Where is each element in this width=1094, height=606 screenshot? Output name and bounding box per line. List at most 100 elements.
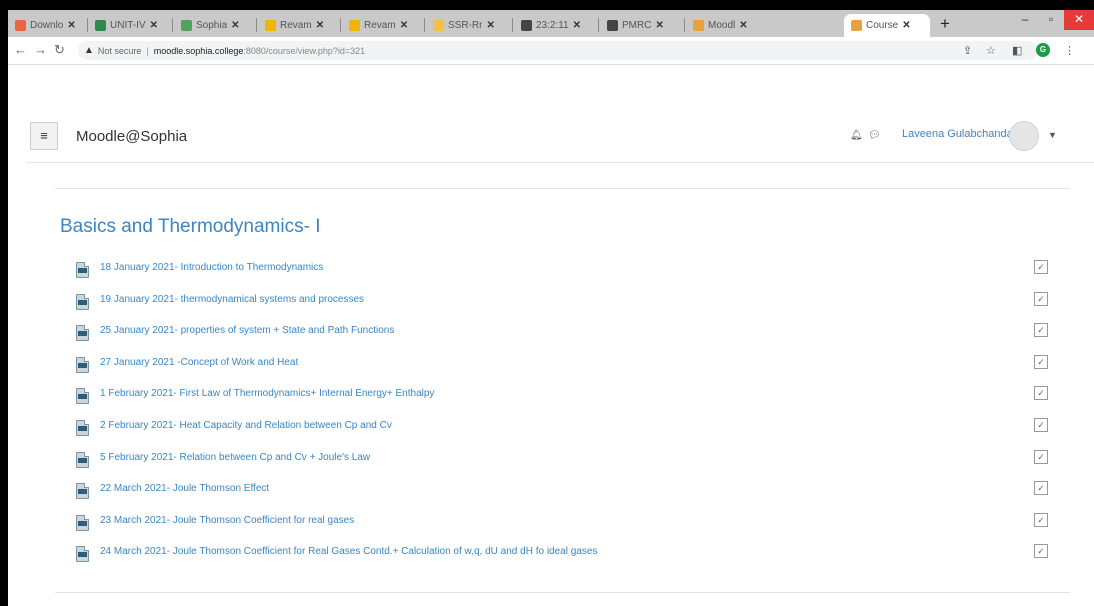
activity-item[interactable]: 25 January 2021- properties of system + … [76, 318, 1056, 350]
tab-close-icon[interactable]: ✕ [655, 20, 663, 31]
reload-icon[interactable]: ↻ [54, 42, 65, 58]
completion-checkbox[interactable]: ✓ [1034, 417, 1048, 432]
tab-title: Course [866, 20, 899, 31]
tab-close-icon[interactable]: ✕ [400, 20, 408, 31]
completion-checkbox[interactable]: ✓ [1034, 481, 1048, 496]
completion-checkbox[interactable]: ✓ [1034, 291, 1048, 306]
activity-link[interactable]: 18 January 2021- Introduction to Thermod… [100, 262, 323, 273]
file-document-icon [76, 546, 89, 563]
tab-0[interactable]: Downlo ✕ [8, 14, 83, 37]
new-tab-button[interactable]: + [940, 14, 950, 34]
notification-bell-icon[interactable]: 🔔︎ [850, 130, 863, 141]
tab-9-active[interactable]: Course ✕ [844, 14, 930, 37]
completion-checkbox[interactable]: ✓ [1034, 544, 1048, 559]
file-document-icon [76, 514, 89, 531]
tab-favicon-icon [693, 20, 704, 31]
activity-item[interactable]: 5 February 2021- Relation between Cp and… [76, 445, 1056, 477]
completion-checkbox[interactable]: ✓ [1034, 386, 1048, 401]
file-document-icon [76, 483, 89, 500]
address-bar[interactable]: ▲ Not secure | moodle.sophia.college:808… [78, 41, 1038, 60]
completion-checkbox[interactable]: ✓ [1034, 323, 1048, 338]
user-name-link[interactable]: Laveena Gulabchandani [902, 128, 1021, 140]
completion-checkbox[interactable]: ✓ [1034, 354, 1048, 369]
activity-link[interactable]: 24 March 2021- Joule Thomson Coefficient… [100, 546, 597, 557]
tab-close-icon[interactable]: ✕ [150, 20, 158, 31]
tab-6[interactable]: 23:2:11 ✕ [514, 14, 594, 37]
activity-link[interactable]: 2 February 2021- Heat Capacity and Relat… [100, 420, 392, 431]
forward-arrow-icon[interactable]: → [34, 42, 47, 57]
tab-title: Revam [280, 20, 312, 31]
section-title[interactable]: Basics and Thermodynamics- I [60, 216, 320, 238]
activity-item[interactable]: 1 February 2021- First Law of Thermodyna… [76, 381, 1056, 413]
tab-separator [598, 18, 599, 32]
profile-avatar-icon[interactable]: G [1036, 43, 1050, 57]
user-avatar-icon[interactable] [1009, 121, 1039, 151]
tab-title: PMRC [622, 20, 652, 31]
tab-4[interactable]: Revam ✕ [342, 14, 420, 37]
site-name-link[interactable]: Moodle@Sophia [76, 128, 187, 145]
activity-item[interactable]: 18 January 2021- Introduction to Thermod… [76, 255, 1056, 287]
tab-8[interactable]: Moodl ✕ [686, 14, 766, 37]
activity-item[interactable]: 2 February 2021- Heat Capacity and Relat… [76, 413, 1056, 445]
tab-title: Downlo [30, 20, 64, 31]
activity-item[interactable]: 24 March 2021- Joule Thomson Coefficient… [76, 539, 1056, 571]
hamburger-menu-button[interactable]: ≡ [30, 122, 58, 150]
activity-item[interactable]: 27 January 2021 -Concept of Work and Hea… [76, 350, 1056, 382]
tab-close-icon[interactable]: ✕ [486, 20, 494, 31]
activity-item[interactable]: 19 January 2021- thermodynamical systems… [76, 287, 1056, 319]
activity-link[interactable]: 19 January 2021- thermodynamical systems… [100, 294, 364, 305]
completion-checkbox[interactable]: ✓ [1034, 260, 1048, 274]
browser-toolbar: ← → ↻ ▲ Not secure | moodle.sophia.colle… [8, 37, 1094, 65]
bookmark-star-icon[interactable]: ☆ [986, 44, 996, 57]
activity-link[interactable]: 25 January 2021- properties of system + … [100, 325, 394, 336]
tab-close-icon[interactable]: ✕ [316, 20, 324, 31]
activity-link[interactable]: 22 March 2021- Joule Thomson Effect [100, 483, 269, 494]
warning-icon[interactable]: ▲ [84, 45, 94, 56]
tab-close-icon[interactable]: ✕ [739, 20, 747, 31]
tab-title: SSR-Rr [448, 20, 483, 31]
tab-separator [512, 18, 513, 32]
section-divider-top [55, 188, 1070, 189]
tab-separator [684, 18, 685, 32]
tab-close-icon[interactable]: ✕ [902, 20, 910, 31]
url-host: moodle.sophia.college [153, 45, 244, 56]
tab-favicon-icon [607, 20, 618, 31]
back-arrow-icon[interactable]: ← [14, 42, 27, 57]
completion-checkbox[interactable]: ✓ [1034, 449, 1048, 464]
activity-link[interactable]: 5 February 2021- Relation between Cp and… [100, 452, 370, 463]
tab-5[interactable]: SSR-Rr ✕ [426, 14, 508, 37]
tab-title: 23:2:11 [536, 20, 569, 31]
file-document-icon [76, 262, 89, 278]
tab-3[interactable]: Revam ✕ [258, 14, 336, 37]
tab-1[interactable]: UNIT-IV ✕ [88, 14, 168, 37]
tab-2[interactable]: Sophia ✕ [174, 14, 252, 37]
browser-menu-icon[interactable]: ⋮ [1064, 44, 1075, 57]
user-menu-caret-icon[interactable]: ▼ [1048, 130, 1057, 140]
tab-favicon-icon [15, 20, 26, 31]
tab-separator [424, 18, 425, 32]
tab-favicon-icon [265, 20, 276, 31]
activity-item[interactable]: 22 March 2021- Joule Thomson Effect ✓ [76, 476, 1056, 508]
tab-favicon-icon [521, 20, 532, 31]
tab-title: Revam [364, 20, 396, 31]
share-icon[interactable]: ⇪ [963, 44, 972, 57]
tab-close-icon[interactable]: ✕ [231, 20, 239, 31]
maximize-button[interactable]: ▫ [1038, 10, 1064, 30]
tab-strip: Downlo ✕ UNIT-IV ✕ Sophia ✕ Revam ✕ Revam ✕ S… [8, 10, 1094, 37]
tab-favicon-icon [95, 20, 106, 31]
moodle-navbar: ≡ Moodle@Sophia 🔔︎ 💬︎ Laveena Gulabchand… [26, 112, 1094, 163]
messages-chat-icon[interactable]: 💬︎ [868, 130, 881, 141]
close-window-button[interactable]: ✕ [1064, 10, 1094, 30]
tab-title: Sophia [196, 20, 228, 31]
completion-checkbox[interactable]: ✓ [1034, 512, 1048, 527]
tab-7[interactable]: PMRC ✕ [600, 14, 680, 37]
minimize-button[interactable]: – [1012, 10, 1038, 30]
file-document-icon [76, 388, 89, 405]
activity-link[interactable]: 1 February 2021- First Law of Thermodyna… [100, 388, 434, 399]
tab-close-icon[interactable]: ✕ [67, 20, 75, 31]
sidebar-panel-icon[interactable]: ◧ [1012, 44, 1022, 57]
tab-close-icon[interactable]: ✕ [573, 20, 581, 31]
activity-link[interactable]: 23 March 2021- Joule Thomson Coefficient… [100, 515, 354, 526]
activity-link[interactable]: 27 January 2021 -Concept of Work and Hea… [100, 357, 298, 368]
activity-item[interactable]: 23 March 2021- Joule Thomson Coefficient… [76, 508, 1056, 540]
